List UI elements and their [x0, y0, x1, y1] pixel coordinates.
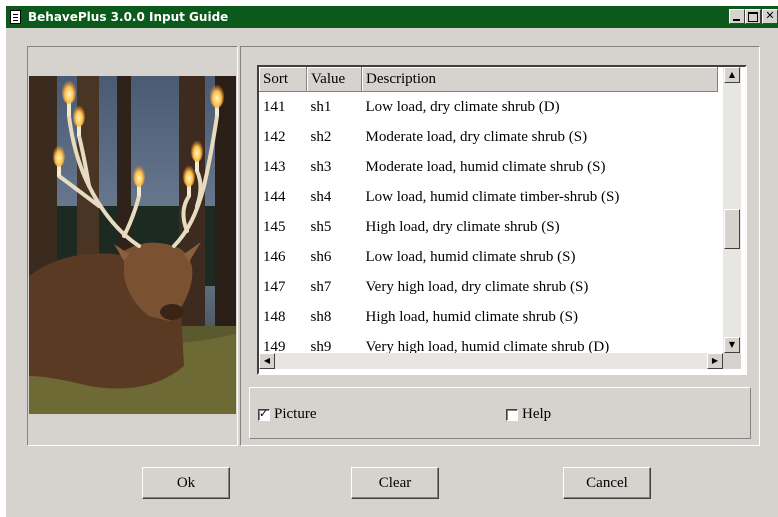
cell-description: Low load, humid climate shrub (S): [365, 248, 576, 265]
vertical-scrollbar[interactable]: ▲ ▼: [723, 67, 741, 353]
cell-value: sh8: [310, 308, 332, 325]
cell-value: sh6: [310, 248, 332, 265]
fuel-model-list: Sort Value Description 141 sh1 Low load,…: [257, 65, 747, 375]
cell-value: sh4: [310, 188, 332, 205]
minimize-icon[interactable]: [729, 9, 745, 24]
fuel-model-table: Sort Value Description 141 sh1 Low load,…: [259, 67, 718, 362]
maximize-icon[interactable]: [745, 9, 761, 24]
scrollbar-corner: [723, 353, 741, 369]
help-checkbox[interactable]: [506, 408, 518, 421]
options-group: Picture Help: [249, 387, 751, 439]
cell-description: Moderate load, dry climate shrub (S): [365, 128, 588, 145]
cell-description: Low load, humid climate timber-shrub (S): [365, 188, 620, 205]
title-bar[interactable]: BehavePlus 3.0.0 Input Guide ✕: [6, 6, 778, 28]
cell-value: sh3: [310, 158, 332, 175]
guide-panel: Sort Value Description 141 sh1 Low load,…: [240, 46, 760, 446]
column-header-description[interactable]: Description: [361, 67, 718, 92]
cell-sort: 148: [263, 308, 286, 325]
column-header-sort[interactable]: Sort: [259, 67, 307, 92]
table-row[interactable]: 144 sh4 Low load, humid climate timber-s…: [259, 182, 718, 212]
picture-checkbox[interactable]: [258, 407, 270, 421]
vertical-scroll-thumb[interactable]: [724, 209, 740, 249]
scroll-left-icon[interactable]: ◀: [259, 353, 275, 369]
cell-description: Low load, dry climate shrub (D): [365, 98, 560, 115]
document-icon: [10, 10, 21, 24]
cell-sort: 144: [263, 188, 286, 205]
table-row[interactable]: 145 sh5 High load, dry climate shrub (S): [259, 212, 718, 242]
cell-sort: 142: [263, 128, 286, 145]
cell-description: Moderate load, humid climate shrub (S): [365, 158, 606, 175]
window-title: BehavePlus 3.0.0 Input Guide: [28, 10, 229, 24]
cell-sort: 146: [263, 248, 286, 265]
cell-sort: 143: [263, 158, 286, 175]
horizontal-scrollbar[interactable]: ◀ ▶: [259, 353, 723, 369]
scroll-right-icon[interactable]: ▶: [707, 353, 723, 369]
clear-button[interactable]: Clear: [351, 467, 439, 499]
elk-picture: [29, 76, 236, 414]
cell-description: High load, dry climate shrub (S): [365, 218, 560, 235]
table-row[interactable]: 147 sh7 Very high load, dry climate shru…: [259, 272, 718, 302]
help-option[interactable]: Help: [506, 406, 551, 423]
ok-button[interactable]: Ok: [142, 467, 230, 499]
table-row[interactable]: 146 sh6 Low load, humid climate shrub (S…: [259, 242, 718, 272]
column-header-value[interactable]: Value: [306, 67, 362, 92]
table-row[interactable]: 143 sh3 Moderate load, humid climate shr…: [259, 152, 718, 182]
scroll-down-icon[interactable]: ▼: [724, 337, 740, 353]
picture-option[interactable]: Picture: [258, 406, 317, 423]
cell-description: Very high load, dry climate shrub (S): [365, 278, 589, 295]
picture-label: Picture: [274, 406, 317, 422]
help-label: Help: [522, 406, 552, 422]
cell-value: sh5: [310, 218, 332, 235]
cancel-button[interactable]: Cancel: [563, 467, 651, 499]
picture-panel: [27, 46, 238, 446]
scroll-up-icon[interactable]: ▲: [724, 67, 740, 83]
table-row[interactable]: 141 sh1 Low load, dry climate shrub (D): [259, 92, 718, 123]
table-row[interactable]: 148 sh8 High load, humid climate shrub (…: [259, 302, 718, 332]
cell-value: sh2: [310, 128, 332, 145]
table-row[interactable]: 142 sh2 Moderate load, dry climate shrub…: [259, 122, 718, 152]
cell-sort: 147: [263, 278, 286, 295]
cell-description: High load, humid climate shrub (S): [365, 308, 578, 325]
cell-sort: 141: [263, 98, 286, 115]
cell-value: sh7: [310, 278, 332, 295]
close-icon[interactable]: ✕: [762, 9, 778, 24]
cell-sort: 145: [263, 218, 286, 235]
cell-value: sh1: [310, 98, 332, 115]
